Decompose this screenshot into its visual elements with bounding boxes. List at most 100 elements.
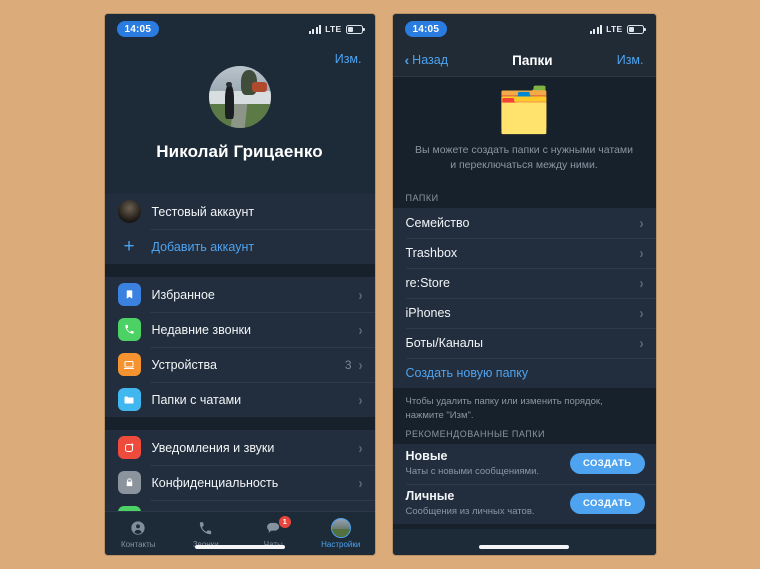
laptop-icon: [117, 353, 141, 376]
settings-group-two: Уведомления и звуки › Конфиденциальность…: [104, 430, 375, 511]
status-time: 14:05: [404, 21, 448, 37]
chevron-right-icon: ›: [358, 285, 363, 304]
settings-row-devices[interactable]: Устройства 3 ›: [105, 347, 375, 382]
folder-name: Trashbox: [405, 246, 458, 261]
folders-footnote: Чтобы удалить папку или изменить порядок…: [392, 388, 656, 423]
profile-avatar[interactable]: [208, 66, 271, 128]
settings-row-privacy[interactable]: Конфиденциальность ›: [105, 465, 375, 500]
create-new-folder-row[interactable]: Создать новую папку: [392, 358, 656, 389]
bookmark-icon: [117, 283, 141, 306]
settings-list[interactable]: Тестовый аккаунт + Добавить аккаунт Избр…: [104, 194, 375, 511]
recommended-section-header: РЕКОМЕНДОВАННЫЕ ПАПКИ: [392, 422, 656, 444]
folder-row[interactable]: iPhones ›: [392, 298, 656, 329]
devices-count: 3: [344, 357, 352, 372]
right-phone-screen: 14:05 LTE ‹ Назад Папки Изм. 🗂️ Вы может…: [392, 14, 656, 555]
lock-icon: [117, 471, 141, 494]
chevron-right-icon: ›: [358, 355, 363, 374]
create-new-folder-label: Создать новую папку: [405, 366, 529, 381]
chats-icon: 1: [265, 515, 291, 538]
left-phone-screen: 14:05 LTE Изм. Николай Грицаенко Тестовы…: [104, 14, 375, 555]
settings-label: Устройства: [151, 357, 217, 372]
group-separator: [104, 264, 375, 277]
recommended-text: Личные Сообщения из личных чатов.: [406, 489, 570, 518]
create-button[interactable]: СОЗДАТЬ: [569, 453, 645, 475]
settings-label: Недавние звонки: [151, 322, 251, 337]
folder-row[interactable]: Trashbox ›: [392, 238, 656, 269]
status-time: 14:05: [116, 21, 160, 37]
chevron-right-icon: ›: [358, 438, 363, 457]
settings-row-notifications[interactable]: Уведомления и звуки ›: [105, 430, 375, 465]
settings-avatar-icon: [330, 518, 351, 538]
settings-row-chat-folders[interactable]: Папки с чатами ›: [105, 382, 375, 417]
battery-icon: [345, 24, 365, 34]
chevron-right-icon: ›: [639, 244, 644, 263]
folder-name: iPhones: [405, 306, 451, 321]
folder-name: Семейство: [405, 216, 470, 231]
back-button[interactable]: ‹ Назад: [405, 53, 449, 67]
folders-hero: 🗂️ Вы можете создать папки с нужными чат…: [392, 77, 656, 188]
settings-group-one: Избранное › Недавние звонки › Устройства…: [104, 277, 375, 417]
chevron-right-icon: ›: [639, 274, 644, 293]
chevron-right-icon: ›: [358, 320, 363, 339]
recommended-list: Новые Чаты с новыми сообщениями. СОЗДАТЬ…: [392, 443, 656, 524]
edit-button[interactable]: Изм.: [617, 53, 644, 67]
add-account-row[interactable]: + Добавить аккаунт: [105, 229, 375, 264]
chevron-right-icon: ›: [358, 390, 363, 409]
tab-chats[interactable]: 1 Чаты: [240, 515, 308, 549]
profile-header: Изм. Николай Грицаенко: [104, 44, 375, 194]
recommended-title: Личные: [405, 489, 455, 504]
chats-badge: 1: [278, 515, 291, 528]
folder-row[interactable]: Семейство ›: [392, 208, 656, 239]
add-account-label: Добавить аккаунт: [151, 239, 255, 254]
tab-settings[interactable]: Настройки: [307, 518, 375, 549]
folder-name: re:Store: [405, 276, 450, 291]
recommended-text: Новые Чаты с новыми сообщениями.: [406, 449, 570, 478]
recommended-row[interactable]: Новые Чаты с новыми сообщениями. СОЗДАТЬ: [392, 443, 656, 484]
folder-name: Боты/Каналы: [405, 336, 483, 351]
settings-label: Данные и память: [152, 511, 359, 512]
right-bottom-safe-area: [392, 529, 656, 555]
tab-contacts[interactable]: Контакты: [105, 519, 173, 549]
right-status-bar: 14:05 LTE: [392, 14, 656, 44]
settings-row-data-storage[interactable]: Данные и память ›: [105, 500, 375, 511]
tab-label: Настройки: [321, 539, 361, 549]
navigation-bar: ‹ Назад Папки Изм.: [392, 44, 656, 77]
settings-row-saved[interactable]: Избранное ›: [105, 277, 375, 312]
bell-icon: [117, 436, 141, 459]
settings-label: Избранное: [151, 287, 215, 302]
card-index-dividers-icon: 🗂️: [496, 86, 552, 135]
profile-edit-button[interactable]: Изм.: [335, 52, 362, 66]
folders-list: Семейство › Trashbox › re:Store › iPhone…: [392, 208, 656, 389]
folder-row[interactable]: Боты/Каналы ›: [392, 328, 656, 359]
signal-bars-icon: [589, 24, 603, 34]
recommended-title: Новые: [405, 449, 448, 464]
page-title: Папки: [512, 52, 553, 68]
network-label: LTE: [606, 24, 623, 34]
phone-icon: [117, 318, 141, 341]
battery-icon: [626, 24, 646, 34]
settings-row-recent-calls[interactable]: Недавние звонки ›: [105, 312, 375, 347]
recommended-row[interactable]: Личные Сообщения из личных чатов. СОЗДАТ…: [392, 483, 656, 524]
account-label: Тестовый аккаунт: [151, 204, 255, 219]
tab-calls[interactable]: Звонки: [172, 519, 240, 549]
accounts-group: Тестовый аккаунт + Добавить аккаунт: [104, 194, 375, 264]
tab-label: Контакты: [120, 539, 156, 549]
status-indicators: LTE: [308, 24, 365, 34]
chevron-right-icon: ›: [359, 509, 363, 511]
folder-row[interactable]: re:Store ›: [392, 268, 656, 299]
home-indicator: [479, 545, 569, 549]
contacts-icon: [130, 519, 146, 538]
data-icon: [117, 506, 141, 511]
calls-icon: [198, 519, 213, 538]
folders-section-header: ПАПКИ: [392, 187, 656, 209]
settings-label: Папки с чатами: [151, 392, 242, 407]
left-status-bar: 14:05 LTE: [104, 14, 375, 44]
account-row-test[interactable]: Тестовый аккаунт: [105, 194, 375, 229]
folder-icon: [117, 388, 141, 411]
chevron-right-icon: ›: [639, 334, 644, 353]
chevron-right-icon: ›: [358, 473, 363, 492]
signal-bars-icon: [308, 24, 322, 34]
chevron-left-icon: ‹: [404, 52, 410, 68]
create-button[interactable]: СОЗДАТЬ: [569, 493, 645, 515]
profile-name: Николай Грицаенко: [156, 142, 323, 161]
